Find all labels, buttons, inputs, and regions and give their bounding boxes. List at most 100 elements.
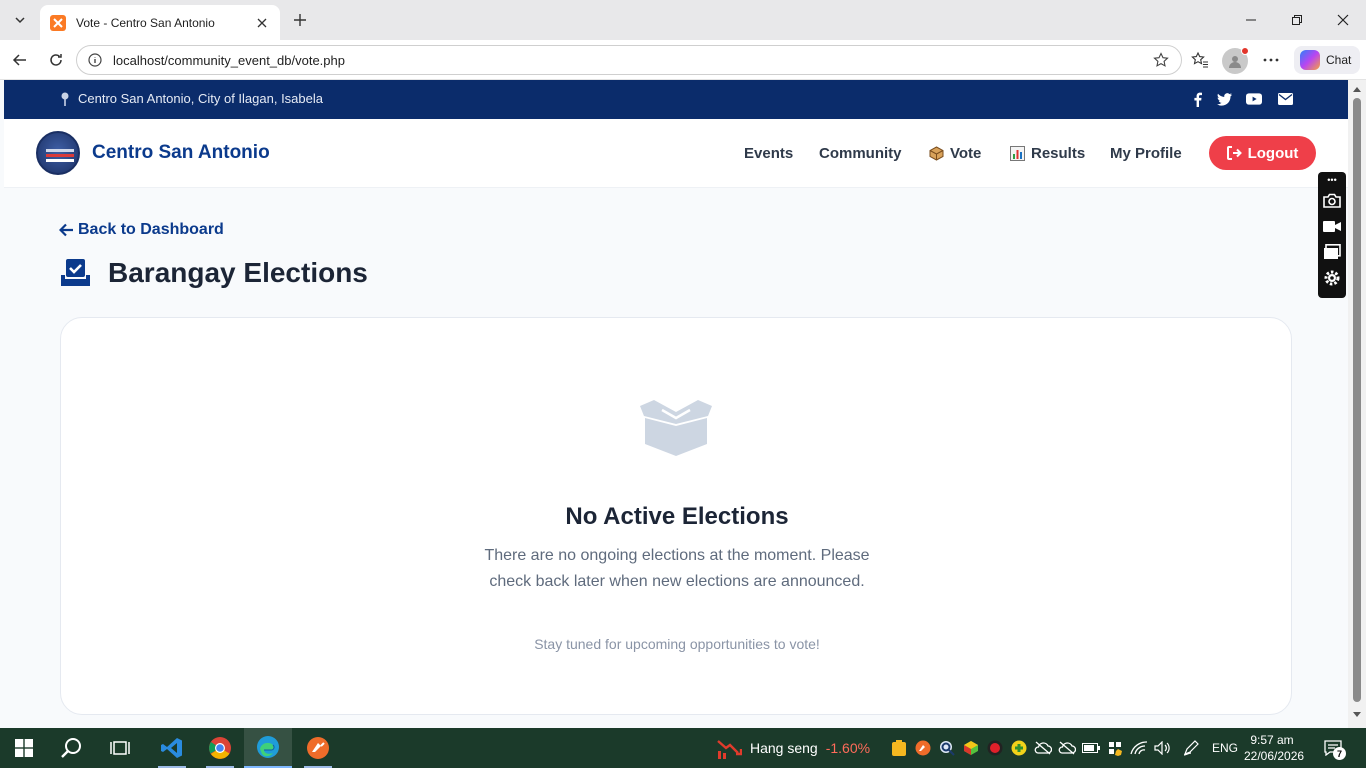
back-button[interactable] [6,46,34,74]
reload-button[interactable] [42,46,70,74]
system-clock[interactable]: 9:57 am 22/06/2026 [1244,732,1305,764]
copilot-chat-button[interactable]: Chat [1294,46,1360,74]
search-icon[interactable] [48,728,96,768]
window-minimize-button[interactable] [1228,0,1274,40]
elections-card: No Active Elections There are no ongoing… [60,317,1292,715]
chat-label: Chat [1326,53,1352,67]
tray-app-green-icon[interactable] [1010,739,1028,757]
empty-state-tip: Stay tuned for upcoming opportunities to… [534,636,820,652]
browser-tab-active[interactable]: Vote - Centro San Antonio [40,5,280,40]
stock-name: Hang seng [750,740,818,756]
wifi-icon[interactable] [1130,739,1148,757]
nav-results-label: Results [1031,145,1086,162]
capture-widget: ••• [1318,172,1346,298]
scroll-thumb[interactable] [1353,98,1361,702]
nav-events-label: Events [744,145,794,162]
nav-events[interactable]: Events [744,145,793,162]
xampp-favicon-icon [50,14,66,31]
envelope-icon[interactable] [1277,91,1293,107]
browser-tab-bar: Vote - Centro San Antonio [0,0,1366,40]
nav-results[interactable]: Results [1010,145,1085,162]
sign-out-icon [1226,146,1242,160]
scroll-up-arrow-icon[interactable] [1352,84,1362,94]
browser-toolbar: localhost/community_event_db/vote.php Ch… [0,40,1366,80]
tab-title: Vote - Centro San Antonio [76,15,215,30]
logout-label: Logout [1247,144,1299,162]
nav-community[interactable]: Community [819,145,902,162]
notification-dot [1241,47,1249,55]
settings-more-button[interactable] [1257,46,1285,74]
window-close-button[interactable] [1320,0,1366,40]
stock-down-icon [717,740,742,759]
speaker-icon[interactable] [1154,739,1172,757]
battery-icon[interactable] [1082,739,1100,757]
location-info: Centro San Antonio, City of Ilagan, Isab… [60,91,323,106]
tray-app-orange-icon[interactable] [914,739,932,757]
tab-close-icon[interactable] [254,15,270,31]
arrow-left-icon [59,223,73,237]
tray-app-search-icon[interactable] [938,739,956,757]
language-indicator[interactable]: ENG [1212,741,1238,755]
back-link-label: Back to Dashboard [78,221,224,238]
empty-state-title: No Active Elections [565,503,789,530]
address-bar[interactable]: localhost/community_event_db/vote.php [76,45,1182,75]
windows-taskbar: Hang seng -1.60% ENG 9:57 am 22/06/2026 … [0,728,1366,768]
notification-center-button[interactable]: 7 [1322,738,1346,760]
drag-handle-icon[interactable]: ••• [1327,176,1336,185]
barangay-seal-logo[interactable] [36,131,80,175]
nav-my-profile-label: My Profile [1110,145,1182,162]
back-to-dashboard-link[interactable]: Back to Dashboard [59,221,224,239]
map-pin-icon [61,92,69,106]
nav-vote-label: Vote [950,145,982,162]
tray-cloud-off-icon[interactable] [1034,739,1052,757]
twitter-icon[interactable] [1216,91,1232,107]
tray-network-shield-icon[interactable] [1106,739,1124,757]
page-scrollbar[interactable] [1348,80,1366,728]
ballot-box-icon [929,146,944,161]
user-icon [1229,56,1241,68]
tray-app-yellow-icon[interactable] [890,739,908,757]
video-camera-icon[interactable] [1322,216,1342,236]
url-text[interactable]: localhost/community_event_db/vote.php [113,53,1151,68]
top-info-bar: Centro San Antonio, City of Ilagan, Isab… [4,80,1348,119]
info-icon[interactable] [87,52,103,68]
tray-app-bluestacks-icon[interactable] [962,739,980,757]
new-tab-button[interactable] [288,8,312,32]
tray-app-record-icon[interactable] [986,739,1004,757]
camera-icon[interactable] [1322,190,1342,210]
tray-cloud-off-2-icon[interactable] [1058,739,1076,757]
scroll-down-arrow-icon[interactable] [1352,710,1362,720]
nav-vote[interactable]: Vote [929,145,981,162]
profile-avatar-button[interactable] [1222,47,1249,74]
logout-button[interactable]: Logout [1209,136,1316,170]
gear-icon[interactable] [1322,268,1342,288]
clock-date: 22/06/2026 [1244,749,1305,763]
page-viewport: Centro San Antonio, City of Ilagan, Isab… [4,80,1348,728]
postman-icon[interactable] [294,728,342,768]
favorites-button[interactable] [1186,46,1214,74]
favorites-list-icon [1191,51,1208,68]
task-view-icon[interactable] [96,728,144,768]
tab-actions-menu-button[interactable] [6,6,34,34]
chrome-icon[interactable] [196,728,244,768]
vscode-icon[interactable] [148,728,196,768]
chevron-down-icon [15,17,25,24]
nav-my-profile[interactable]: My Profile [1110,145,1182,162]
window-capture-icon[interactable] [1322,242,1342,262]
favorite-star-icon[interactable] [1151,50,1171,70]
edge-browser-icon[interactable] [244,728,292,768]
stock-change: -1.60% [825,740,871,756]
location-text: Centro San Antonio, City of Ilagan, Isab… [78,91,323,106]
facebook-icon[interactable] [1189,91,1205,107]
arrow-left-icon [12,54,26,66]
copilot-icon [1300,50,1320,70]
windows-start-icon[interactable] [0,728,48,768]
stock-ticker-widget[interactable]: Hang seng -1.60% [716,728,870,768]
main-navbar: Centro San Antonio Events Community Vote… [4,119,1348,188]
youtube-icon[interactable] [1246,91,1262,107]
brand-name[interactable]: Centro San Antonio [92,142,270,164]
window-restore-button[interactable] [1274,0,1320,40]
nav-community-label: Community [819,145,902,162]
close-icon [1337,14,1349,26]
pen-icon[interactable] [1182,739,1200,757]
